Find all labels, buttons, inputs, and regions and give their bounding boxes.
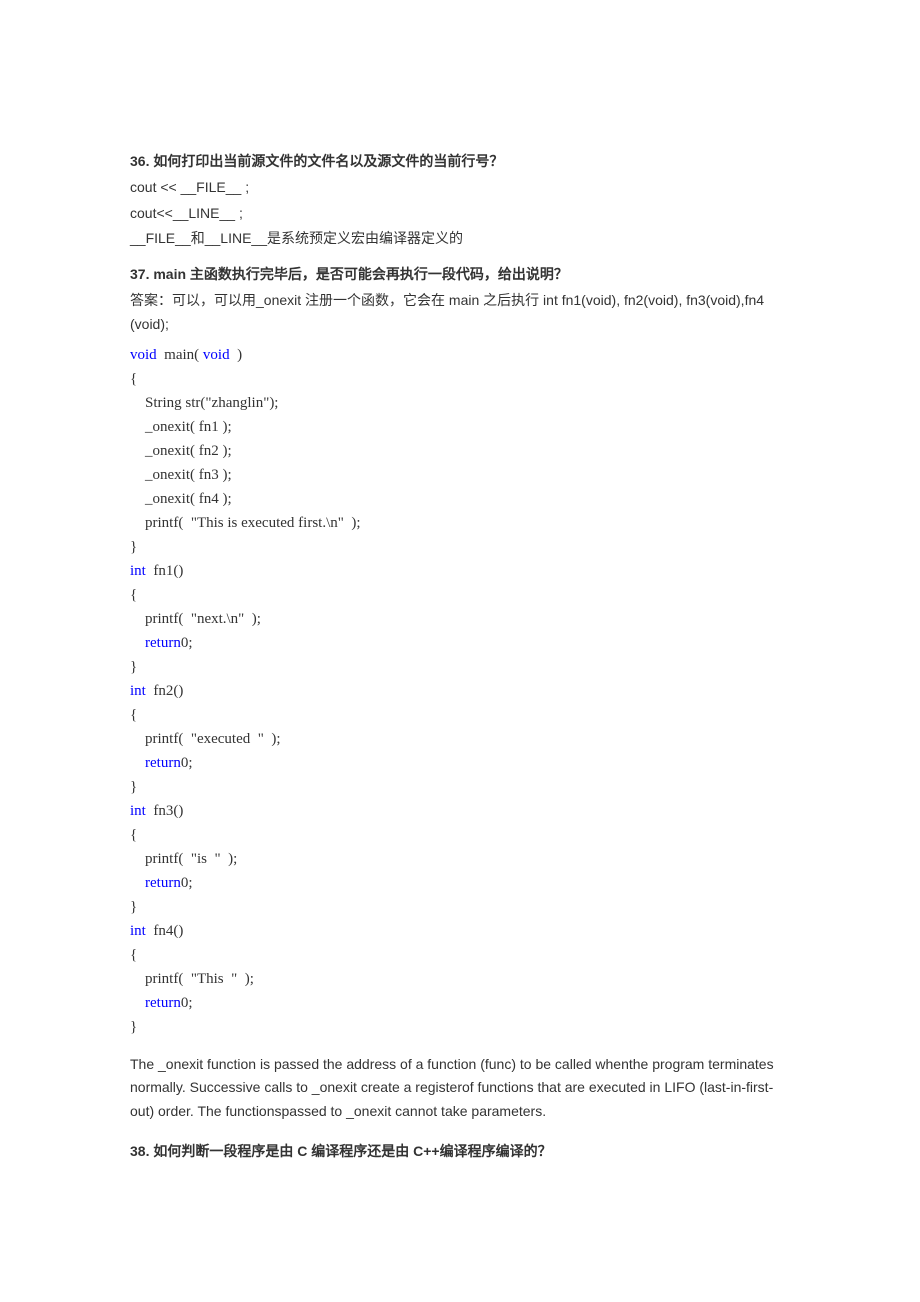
code-t13c: 0;	[181, 635, 193, 651]
q36-number: 36.	[130, 153, 149, 169]
code-t10b: fn1()	[146, 563, 184, 579]
code-l22: printf( "is " );	[130, 851, 237, 867]
code-l27: printf( "This " );	[130, 971, 254, 987]
code-kw-return2: return	[145, 755, 181, 771]
code-t1b: main(	[157, 347, 203, 363]
code-kw-int3: int	[130, 803, 146, 819]
code-kw-void1: void	[130, 347, 157, 363]
code-kw-return3: return	[145, 875, 181, 891]
code-l24: }	[130, 899, 137, 915]
q36-title-text: 如何打印出当前源文件的文件名以及源文件的当前行号？	[153, 153, 503, 169]
q37-answer: 答案：可以，可以用_onexit 注册一个函数，它会在 main 之后执行 in…	[130, 289, 790, 337]
code-kw-void2: void	[203, 347, 230, 363]
code-t20b: fn3()	[146, 803, 184, 819]
code-l29: }	[130, 1019, 137, 1035]
code-l6: _onexit( fn3 );	[130, 467, 232, 483]
code-kw-int4: int	[130, 923, 146, 939]
code-kw-return1: return	[145, 635, 181, 651]
q36-line1: cout << __FILE__ ;	[130, 176, 790, 200]
code-t1d: )	[230, 347, 243, 363]
code-l16: {	[130, 707, 137, 723]
code-l8: printf( "This is executed first.\n" );	[130, 515, 361, 531]
q37-heading: 37. main 主函数执行完毕后，是否可能会再执行一段代码，给出说明？	[130, 263, 790, 287]
q36-heading: 36. 如何打印出当前源文件的文件名以及源文件的当前行号？	[130, 150, 790, 174]
code-l4: _onexit( fn1 );	[130, 419, 232, 435]
code-l9: }	[130, 539, 137, 555]
code-t28a	[130, 995, 145, 1011]
code-l21: {	[130, 827, 137, 843]
code-l3: String str("zhanglin");	[130, 395, 278, 411]
code-l11: {	[130, 587, 137, 603]
code-t28c: 0;	[181, 995, 193, 1011]
q38-heading: 38. 如何判断一段程序是由 C 编译程序还是由 C++编译程序编译的？	[130, 1140, 790, 1164]
code-l19: }	[130, 779, 137, 795]
q38-number: 38.	[130, 1143, 149, 1159]
onexit-explain: The _onexit function is passed the addre…	[130, 1053, 790, 1124]
code-t23c: 0;	[181, 875, 193, 891]
document-page: 36. 如何打印出当前源文件的文件名以及源文件的当前行号？ cout << __…	[0, 0, 920, 1302]
q37-number: 37. main	[130, 266, 186, 282]
q36-line2: cout<<__LINE__ ;	[130, 202, 790, 226]
code-t25b: fn4()	[146, 923, 184, 939]
code-t18a	[130, 755, 145, 771]
code-t18c: 0;	[181, 755, 193, 771]
code-l2: {	[130, 371, 137, 387]
code-block: void main( void ) { String str("zhanglin…	[130, 343, 790, 1039]
code-l12: printf( "next.\n" );	[130, 611, 261, 627]
code-l26: {	[130, 947, 137, 963]
code-kw-int1: int	[130, 563, 146, 579]
code-l17: printf( "executed " );	[130, 731, 281, 747]
code-l5: _onexit( fn2 );	[130, 443, 232, 459]
code-l14: }	[130, 659, 137, 675]
q38-title-text: 如何判断一段程序是由 C 编译程序还是由 C++编译程序编译的？	[153, 1143, 551, 1159]
code-t13a	[130, 635, 145, 651]
code-t23a	[130, 875, 145, 891]
q36-line3: __FILE__和__LINE__是系统预定义宏由编译器定义的	[130, 227, 790, 251]
code-l7: _onexit( fn4 );	[130, 491, 232, 507]
code-kw-int2: int	[130, 683, 146, 699]
code-kw-return4: return	[145, 995, 181, 1011]
q37-title-text: 主函数执行完毕后，是否可能会再执行一段代码，给出说明？	[190, 266, 568, 282]
code-t15b: fn2()	[146, 683, 184, 699]
